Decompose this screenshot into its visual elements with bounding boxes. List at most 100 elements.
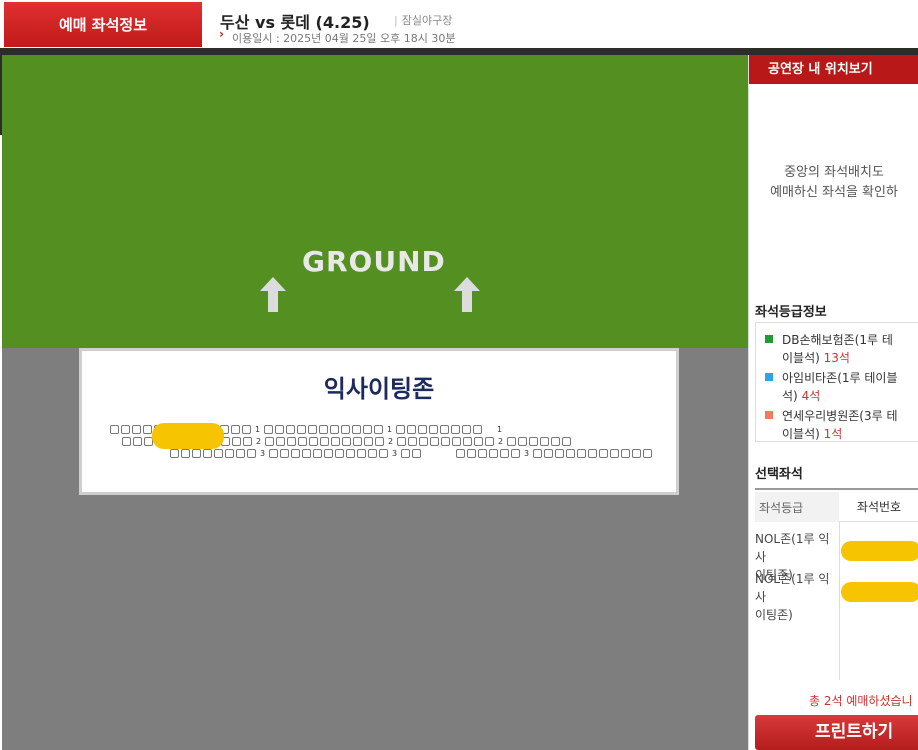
seat[interactable]: [529, 437, 538, 446]
seat[interactable]: [265, 437, 274, 446]
seat[interactable]: [122, 437, 131, 446]
seat[interactable]: [533, 449, 542, 458]
grade-name: DB손해보험존(1루 테: [782, 333, 893, 347]
seat[interactable]: [478, 449, 487, 458]
column-header-seat: 좌석번호: [839, 492, 918, 522]
seat[interactable]: [440, 425, 449, 434]
seat[interactable]: [451, 425, 460, 434]
seat[interactable]: [562, 437, 571, 446]
seat[interactable]: [566, 449, 575, 458]
seat[interactable]: [341, 425, 350, 434]
seat[interactable]: [456, 449, 465, 458]
seat[interactable]: [335, 449, 344, 458]
seat[interactable]: [320, 437, 329, 446]
seat[interactable]: [518, 437, 527, 446]
seat[interactable]: [214, 449, 223, 458]
seat[interactable]: [302, 449, 311, 458]
seat[interactable]: [408, 437, 417, 446]
seat[interactable]: [500, 449, 509, 458]
seat[interactable]: [418, 425, 427, 434]
seat[interactable]: [269, 449, 278, 458]
seat[interactable]: [291, 449, 300, 458]
seat[interactable]: [441, 437, 450, 446]
seat[interactable]: [507, 437, 516, 446]
seat[interactable]: [379, 449, 388, 458]
seat[interactable]: [170, 449, 179, 458]
seat[interactable]: [243, 437, 252, 446]
seat[interactable]: [298, 437, 307, 446]
seat[interactable]: [473, 425, 482, 434]
seat[interactable]: [374, 425, 383, 434]
seat[interactable]: [544, 449, 553, 458]
seat[interactable]: [192, 449, 201, 458]
seat[interactable]: [474, 437, 483, 446]
redacted-mark: [152, 423, 224, 449]
seat[interactable]: [643, 449, 652, 458]
seat[interactable]: [397, 437, 406, 446]
grade-list[interactable]: DB손해보험존(1루 테 이블석) 13석 아임비타존(1루 테이블 석) 4석…: [755, 322, 918, 442]
seat[interactable]: [610, 449, 619, 458]
seat[interactable]: [132, 425, 141, 434]
seat[interactable]: [452, 437, 461, 446]
seat[interactable]: [247, 449, 256, 458]
seat[interactable]: [319, 425, 328, 434]
seat[interactable]: [489, 449, 498, 458]
seat[interactable]: [419, 437, 428, 446]
seat[interactable]: [599, 449, 608, 458]
seat[interactable]: [231, 425, 240, 434]
seat[interactable]: [363, 425, 372, 434]
seat[interactable]: [430, 437, 439, 446]
seat[interactable]: [287, 437, 296, 446]
seat[interactable]: [225, 449, 234, 458]
seat[interactable]: [588, 449, 597, 458]
seat[interactable]: [110, 425, 119, 434]
seat[interactable]: [324, 449, 333, 458]
seat[interactable]: [540, 437, 549, 446]
seat[interactable]: [375, 437, 384, 446]
seat[interactable]: [555, 449, 564, 458]
seat[interactable]: [462, 425, 471, 434]
seat[interactable]: [276, 437, 285, 446]
seat[interactable]: [396, 425, 405, 434]
seat[interactable]: [511, 449, 520, 458]
seat[interactable]: [121, 425, 130, 434]
seat[interactable]: [181, 449, 190, 458]
seat[interactable]: [352, 425, 361, 434]
seat[interactable]: [203, 449, 212, 458]
selected-grade-line: NOL존(1루 익사: [755, 572, 830, 604]
print-button[interactable]: 프린트하기: [755, 715, 918, 750]
seat[interactable]: [551, 437, 560, 446]
seat[interactable]: [353, 437, 362, 446]
seat[interactable]: [232, 437, 241, 446]
seat[interactable]: [463, 437, 472, 446]
seat[interactable]: [133, 437, 142, 446]
seat[interactable]: [357, 449, 366, 458]
seat[interactable]: [577, 449, 586, 458]
seat[interactable]: [621, 449, 630, 458]
seat[interactable]: [308, 425, 317, 434]
seat[interactable]: [143, 425, 152, 434]
seat[interactable]: [412, 449, 421, 458]
seat[interactable]: [364, 437, 373, 446]
seat[interactable]: [275, 425, 284, 434]
seat[interactable]: [297, 425, 306, 434]
seat[interactable]: [632, 449, 641, 458]
seat[interactable]: [280, 449, 289, 458]
seat[interactable]: [286, 425, 295, 434]
seat[interactable]: [401, 449, 410, 458]
seat[interactable]: [309, 437, 318, 446]
seat[interactable]: [236, 449, 245, 458]
seat[interactable]: [242, 425, 251, 434]
seat[interactable]: [264, 425, 273, 434]
seat[interactable]: [313, 449, 322, 458]
total-message: 총 2석 예매하셨습니: [809, 694, 913, 708]
seat[interactable]: [342, 437, 351, 446]
seat[interactable]: [331, 437, 340, 446]
seat[interactable]: [407, 425, 416, 434]
seat[interactable]: [467, 449, 476, 458]
seat[interactable]: [330, 425, 339, 434]
seat[interactable]: [429, 425, 438, 434]
seat[interactable]: [368, 449, 377, 458]
seat[interactable]: [346, 449, 355, 458]
seat[interactable]: [485, 437, 494, 446]
